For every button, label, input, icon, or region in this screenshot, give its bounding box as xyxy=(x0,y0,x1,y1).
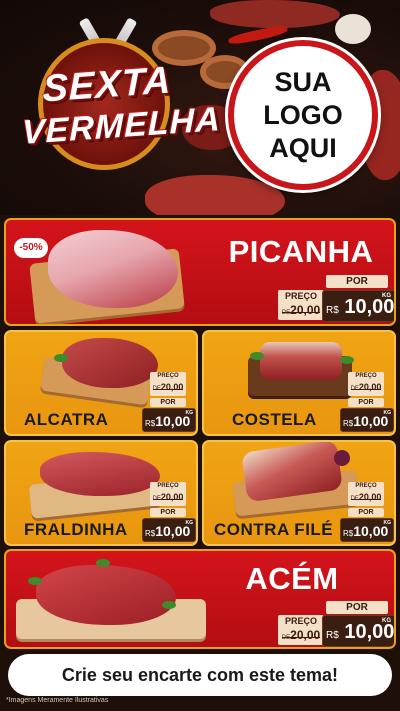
sale-price: R$ 10,00 KG xyxy=(322,290,394,322)
meat-image xyxy=(260,342,342,380)
product-name: ACÉM xyxy=(245,561,339,596)
herb-image xyxy=(28,577,42,585)
product-card-picanha: -50% PICANHA POR PREÇO DE20,00 R$ 10,00 … xyxy=(4,218,396,326)
herb-image xyxy=(340,356,354,364)
sale-price: R$10,00 KG xyxy=(142,518,196,542)
old-price: DE20,00 xyxy=(278,302,324,320)
product-card-fraldinha: FRALDINHA PREÇO DE20,00 POR R$10,00 KG xyxy=(4,440,198,546)
logo-placeholder: SUA LOGO AQUI xyxy=(228,40,378,190)
preco-label: PREÇO xyxy=(157,373,179,379)
old-price-tag: PREÇO DE20,00 xyxy=(348,372,384,396)
herb-image xyxy=(96,559,110,567)
product-name: CONTRA FILÉ xyxy=(214,520,334,539)
herb-image xyxy=(162,601,176,609)
preco-label: PREÇO xyxy=(284,616,317,626)
meat-image xyxy=(210,0,340,28)
product-card-contra-file: CONTRA FILÉ PREÇO DE20,00 POR R$10,00 KG xyxy=(202,440,396,546)
product-name: FRALDINHA xyxy=(24,520,128,539)
por-label: POR xyxy=(348,508,384,517)
sale-price: R$10,00 KG xyxy=(340,408,394,432)
disclaimer-text: *Imagens Meramente Ilustrativas xyxy=(6,697,109,704)
old-price: DE20,00 xyxy=(150,381,186,396)
product-name: ALCATRA xyxy=(24,410,109,429)
product-card-costela: COSTELA PREÇO DE20,00 POR R$10,00 KG xyxy=(202,330,396,436)
logo-text-line3: AQUI xyxy=(269,132,337,163)
hero-banner: SEXTA VERMELHA SUA LOGO AQUI xyxy=(0,0,400,215)
discount-badge: -50% xyxy=(14,238,48,258)
old-price-tag: PREÇO DE20,00 xyxy=(150,372,186,396)
cta-banner[interactable]: Crie seu encarte com este tema! xyxy=(8,654,392,696)
preco-label: PREÇO xyxy=(157,483,179,489)
logo-text-line1: SUA xyxy=(274,66,332,97)
old-price-tag: PREÇO DE20,00 xyxy=(278,615,324,645)
por-label: POR xyxy=(326,275,388,288)
old-price-tag: PREÇO DE20,00 xyxy=(348,482,384,506)
meat-image xyxy=(36,565,176,625)
herb-image xyxy=(54,354,68,362)
preco-label: PREÇO xyxy=(355,483,377,489)
old-price: DE20,00 xyxy=(150,491,186,506)
logo-text-line2: LOGO xyxy=(263,99,343,130)
sexta-vermelha-emblem: SEXTA VERMELHA xyxy=(22,16,221,186)
old-price-tag: PREÇO DE20,00 xyxy=(150,482,186,506)
product-card-alcatra: ALCATRA PREÇO DE20,00 POR R$10,00 KG xyxy=(4,330,198,436)
old-price-tag: PREÇO DE20,00 xyxy=(278,290,324,320)
product-name: PICANHA xyxy=(228,234,374,269)
por-label: POR xyxy=(150,508,186,517)
product-name: COSTELA xyxy=(232,410,317,429)
old-price: DE20,00 xyxy=(348,491,384,506)
old-price: DE20,00 xyxy=(348,381,384,396)
sale-price: R$10,00 KG xyxy=(340,518,394,542)
sale-price: R$ 10,00 KG xyxy=(322,615,394,647)
preco-label: PREÇO xyxy=(284,291,317,301)
product-card-acem: ACÉM POR PREÇO DE20,00 R$ 10,00 KG xyxy=(4,549,396,649)
sale-price: R$10,00 KG xyxy=(142,408,196,432)
garlic-image xyxy=(335,14,371,44)
por-label: POR xyxy=(326,601,388,614)
preco-label: PREÇO xyxy=(355,373,377,379)
por-label: POR xyxy=(348,398,384,407)
old-price: DE20,00 xyxy=(278,627,324,645)
meat-image xyxy=(62,338,158,388)
herb-image xyxy=(250,352,264,360)
meat-image xyxy=(40,452,160,496)
meat-image xyxy=(48,230,178,308)
por-label: POR xyxy=(150,398,186,407)
onion-image xyxy=(334,450,350,466)
